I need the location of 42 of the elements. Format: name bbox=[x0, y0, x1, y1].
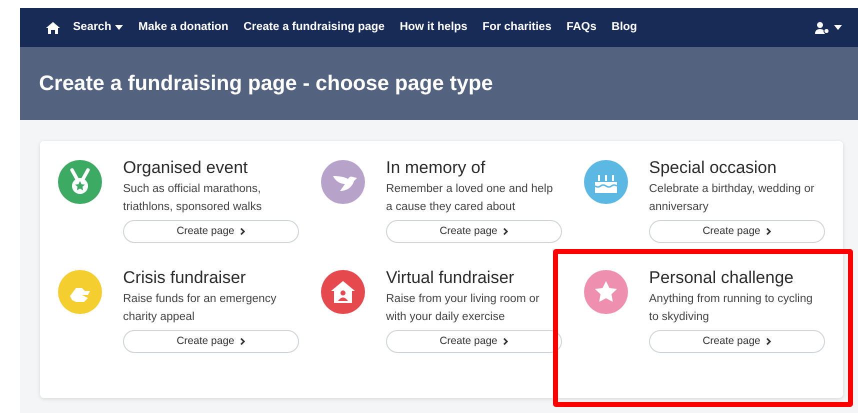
create-page-button[interactable]: Create page bbox=[123, 220, 299, 243]
nav-link[interactable]: How it helps bbox=[400, 18, 468, 36]
dove-icon bbox=[333, 176, 357, 191]
home-icon[interactable] bbox=[46, 22, 60, 34]
chevron-right-icon bbox=[766, 338, 772, 345]
create-page-button[interactable]: Create page bbox=[386, 330, 562, 353]
chevron-right-icon bbox=[766, 228, 772, 235]
type-title: Special occasion bbox=[649, 158, 778, 178]
nav-link[interactable]: Make a donation bbox=[138, 18, 228, 36]
medal-icon bbox=[70, 168, 90, 194]
type-title: Organised event bbox=[123, 158, 249, 178]
type-title: Crisis fundraiser bbox=[123, 268, 247, 288]
caret-icon bbox=[115, 25, 124, 30]
type-title: Virtual fundraiser bbox=[386, 268, 516, 288]
star-icon bbox=[595, 281, 617, 302]
type-description: Such as official marathons, triathlons, sponsored walks bbox=[123, 182, 263, 215]
page-title: Create a fundraising page - choose page type bbox=[39, 70, 493, 97]
chevron-right-icon bbox=[503, 228, 508, 235]
nav-link[interactable]: FAQs bbox=[566, 18, 597, 36]
user-gear-icon bbox=[815, 22, 830, 34]
account-menu[interactable] bbox=[815, 22, 842, 34]
type-description: Raise funds for an emergency charity appeal bbox=[123, 292, 278, 325]
type-title: In memory of bbox=[386, 158, 486, 178]
cake-icon bbox=[594, 175, 618, 193]
nav-link[interactable]: For charities bbox=[482, 18, 552, 36]
chevron-right-icon bbox=[240, 338, 246, 345]
chevron-right-icon bbox=[240, 228, 246, 235]
type-description: Raise from your living room or with your daily exercise bbox=[386, 292, 540, 325]
create-page-button[interactable]: Create page bbox=[649, 330, 825, 353]
create-page-button[interactable]: Create page bbox=[123, 330, 299, 353]
nav-link[interactable]: Search bbox=[73, 18, 124, 36]
chevron-right-icon bbox=[503, 338, 508, 345]
type-description: Celebrate a birthday, wedding or anniversary bbox=[649, 182, 816, 215]
type-description: Anything from running to cycling to skydiving bbox=[649, 292, 814, 325]
nav-link[interactable]: Blog bbox=[612, 18, 638, 36]
house-icon bbox=[331, 281, 355, 303]
create-page-button[interactable]: Create page bbox=[649, 220, 825, 243]
type-description: Remember a loved one and help a cause they cared about bbox=[386, 182, 554, 215]
nav-link[interactable]: Create a fundraising page bbox=[243, 18, 385, 36]
type-title: Personal challenge bbox=[649, 268, 795, 288]
create-page-button[interactable]: Create page bbox=[386, 220, 562, 243]
caret-icon bbox=[834, 25, 842, 30]
